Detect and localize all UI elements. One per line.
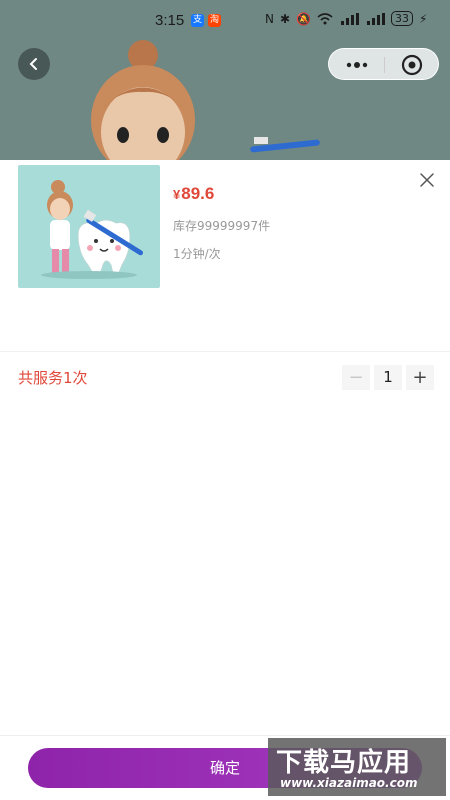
tooth-brushing-illustration: [41, 180, 144, 279]
quantity-value[interactable]: 1: [374, 365, 402, 390]
mute-icon: 🔕: [296, 11, 311, 26]
product-price: ¥89.6: [173, 184, 214, 204]
watermark-url: www.xiazaimao.com: [280, 776, 418, 790]
cartoon-girl-illustration: [91, 40, 195, 160]
more-dots-icon[interactable]: [341, 55, 373, 75]
status-icons: N ✱ 🔕 33 ⚡: [265, 11, 427, 26]
service-count-label: 共服务1次: [18, 369, 88, 387]
quantity-stepper: − 1 +: [342, 365, 434, 390]
signal-4g-icon: [367, 12, 385, 25]
signal-5g-icon: [341, 12, 359, 25]
battery-level: 33: [391, 11, 413, 26]
increment-button[interactable]: +: [406, 365, 434, 390]
wifi-icon: [317, 12, 333, 24]
toothbrush-illustration: [250, 137, 320, 153]
status-bar: 3:15 支 淘 N ✱ 🔕 33 ⚡: [0, 0, 450, 40]
watermark-logo: 下载马应用 www.xiazaimao.com: [268, 738, 446, 796]
stock-count: 库存99999997件: [173, 219, 271, 233]
target-circle-icon[interactable]: [401, 54, 423, 76]
purchase-sheet: ¥89.6 库存99999997件 1分钟/次 共服务1次 − 1 + 确定: [0, 160, 450, 800]
status-time: 3:15: [155, 12, 185, 29]
capsule-divider: [384, 57, 385, 73]
bluetooth-icon: ✱: [279, 11, 291, 26]
footer-divider: [0, 735, 450, 736]
chevron-left-icon: [29, 58, 37, 70]
price-value: 89.6: [181, 184, 215, 203]
decrement-button[interactable]: −: [342, 365, 370, 390]
alipay-badge-icon: 支: [191, 14, 204, 27]
taobao-badge-icon: 淘: [208, 14, 221, 27]
charging-icon: ⚡: [419, 11, 428, 26]
back-button[interactable]: [18, 48, 50, 80]
watermark-title: 下载马应用: [276, 748, 412, 778]
nfc-icon: N: [265, 11, 274, 26]
miniapp-capsule: [328, 48, 439, 80]
service-duration: 1分钟/次: [173, 247, 221, 261]
currency-symbol: ¥: [173, 187, 181, 202]
section-divider: [0, 351, 450, 352]
product-image: [18, 165, 160, 288]
close-icon[interactable]: [419, 172, 435, 188]
